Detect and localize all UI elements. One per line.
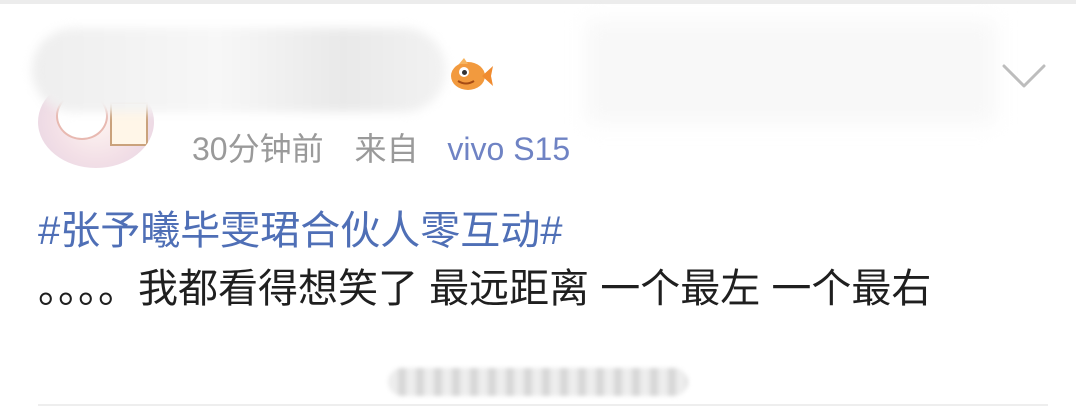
post-text: 。。。。我都看得想笑了 最远距离 一个最左 一个最右 bbox=[38, 267, 932, 311]
redacted-bottom-area bbox=[388, 368, 688, 396]
topic-link[interactable]: #张予曦毕雯珺合伙人零互动# bbox=[38, 198, 563, 256]
post-divider bbox=[38, 404, 1048, 406]
post-time: 30分钟前 bbox=[192, 131, 324, 167]
chevron-down-icon[interactable] bbox=[1000, 62, 1048, 92]
post-meta: 30分钟前 来自 vivo S15 bbox=[192, 124, 570, 170]
source-prefix: 来自 bbox=[354, 131, 419, 167]
fish-badge-icon[interactable] bbox=[446, 54, 494, 96]
username-redacted[interactable] bbox=[32, 28, 446, 112]
redacted-header-area bbox=[586, 20, 996, 124]
top-separator bbox=[0, 0, 1076, 4]
source-device[interactable]: vivo S15 bbox=[447, 131, 570, 167]
